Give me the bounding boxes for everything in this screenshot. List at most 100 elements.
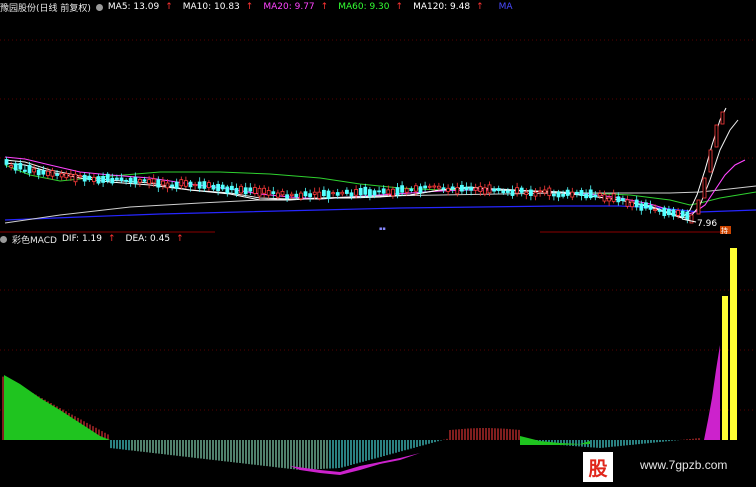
candle-body (73, 173, 78, 183)
macd-legend: 彩色MACD DIF: 1.19 ↑ DEA: 0.45 ↑ (0, 232, 194, 246)
ma-item-label: MA120: 9.48 (413, 2, 471, 12)
candle-body (423, 185, 428, 189)
candle-body (59, 173, 64, 178)
candle-body (455, 187, 460, 195)
candle-body (450, 186, 455, 190)
watermark-url[interactable]: www.7gpzb.com (640, 458, 727, 472)
candle-body (234, 187, 239, 195)
candle-body (358, 188, 363, 196)
candle-body (280, 190, 285, 196)
macd-magenta-fill (290, 441, 450, 475)
candle-body (179, 179, 184, 187)
grid-lines (0, 39, 756, 411)
candle-body (390, 188, 395, 197)
candle-body (142, 179, 147, 182)
candle-body (552, 193, 556, 197)
candle-body (216, 183, 221, 191)
candle-body (639, 203, 644, 211)
macd-magenta-fill-right (704, 345, 720, 440)
candle-body (708, 149, 713, 173)
candle-body (515, 187, 519, 194)
candle-body (510, 189, 515, 196)
ma-item-label: MA20: 9.77 (263, 2, 315, 12)
up-arrow-icon: ↑ (165, 2, 173, 12)
candle-body (193, 184, 198, 187)
small-marker: ▪▪ (379, 226, 386, 232)
candle-body (469, 186, 474, 191)
candle-body (579, 190, 584, 196)
candle-body (418, 186, 423, 194)
stock-title[interactable]: 豫园股份(日线 前复权) (0, 1, 91, 14)
candle-body (197, 181, 202, 189)
candle-body (653, 208, 657, 211)
candle-body (36, 169, 41, 176)
candle-body (565, 189, 570, 196)
candle-body (275, 192, 280, 198)
candle-body (239, 185, 244, 194)
ma-item-label: MA10: 10.83 (182, 2, 240, 12)
settings-circle-icon[interactable] (0, 235, 7, 243)
candle-body (714, 124, 719, 148)
ma60-line (4, 164, 756, 206)
candle-body (188, 181, 193, 188)
candle-body (505, 190, 510, 193)
candle-body (487, 184, 492, 194)
candle-body (82, 174, 87, 182)
marker-badge-label: 持 (721, 226, 728, 235)
candle-body (702, 177, 707, 199)
candle-body (220, 184, 225, 190)
candle-body (432, 185, 437, 188)
candle-body (257, 187, 262, 197)
candle-body (446, 187, 451, 192)
candle-body (372, 190, 377, 196)
up-arrow-icon: ↑ (395, 2, 404, 12)
ma-item: MA120: 9.48 ↑ (413, 2, 489, 12)
candle-body (575, 191, 579, 195)
candle-body (657, 209, 662, 212)
candle-body (206, 182, 211, 188)
candle-body (174, 181, 179, 189)
ma-item: MA10: 10.83 ↑ (183, 2, 259, 12)
low-price-label: 7.96 (697, 219, 717, 229)
candle-body (607, 197, 611, 202)
candle-body (349, 192, 354, 197)
candle-body (593, 194, 598, 198)
settings-circle-icon[interactable] (95, 3, 103, 11)
kline-legend: 豫园股份(日线 前复权) MA5: 13.09 ↑ MA10: 10.83 ↑ MA20… (0, 0, 518, 14)
candle-body (271, 191, 276, 195)
candle-body (119, 177, 124, 181)
candle-body (625, 199, 630, 207)
candle-body (211, 184, 216, 190)
candle-body (308, 193, 313, 198)
candle-body (331, 192, 336, 195)
candle-body (312, 191, 317, 195)
candle-body (676, 210, 680, 216)
candle-body (87, 175, 92, 181)
candle-body (377, 190, 382, 193)
up-arrow-icon: ↑ (476, 2, 484, 12)
candle-body (321, 189, 326, 197)
macd-title[interactable]: 彩色MACD (12, 233, 57, 246)
candle-body (137, 178, 142, 183)
candle-body (243, 187, 248, 195)
candle-body (473, 187, 478, 191)
candle-body (689, 214, 694, 224)
candle-body (602, 194, 607, 202)
candle-body (696, 199, 701, 215)
candle-body (285, 194, 290, 199)
candle-body (648, 205, 653, 210)
candle-body (289, 193, 294, 196)
candle-body (262, 187, 267, 194)
candle-body (496, 188, 501, 191)
candle-body (46, 170, 50, 176)
candle-body (542, 189, 547, 194)
candle-body (547, 187, 552, 196)
candle-body (621, 198, 625, 202)
candle-body (464, 186, 469, 191)
candle-body (598, 193, 602, 197)
dif-value: DIF: 1.19 ↑ (61, 234, 116, 244)
up-arrow-icon: ↑ (176, 234, 184, 244)
candle-body (252, 187, 257, 194)
candle-body (404, 188, 409, 193)
candle-body (183, 180, 188, 187)
